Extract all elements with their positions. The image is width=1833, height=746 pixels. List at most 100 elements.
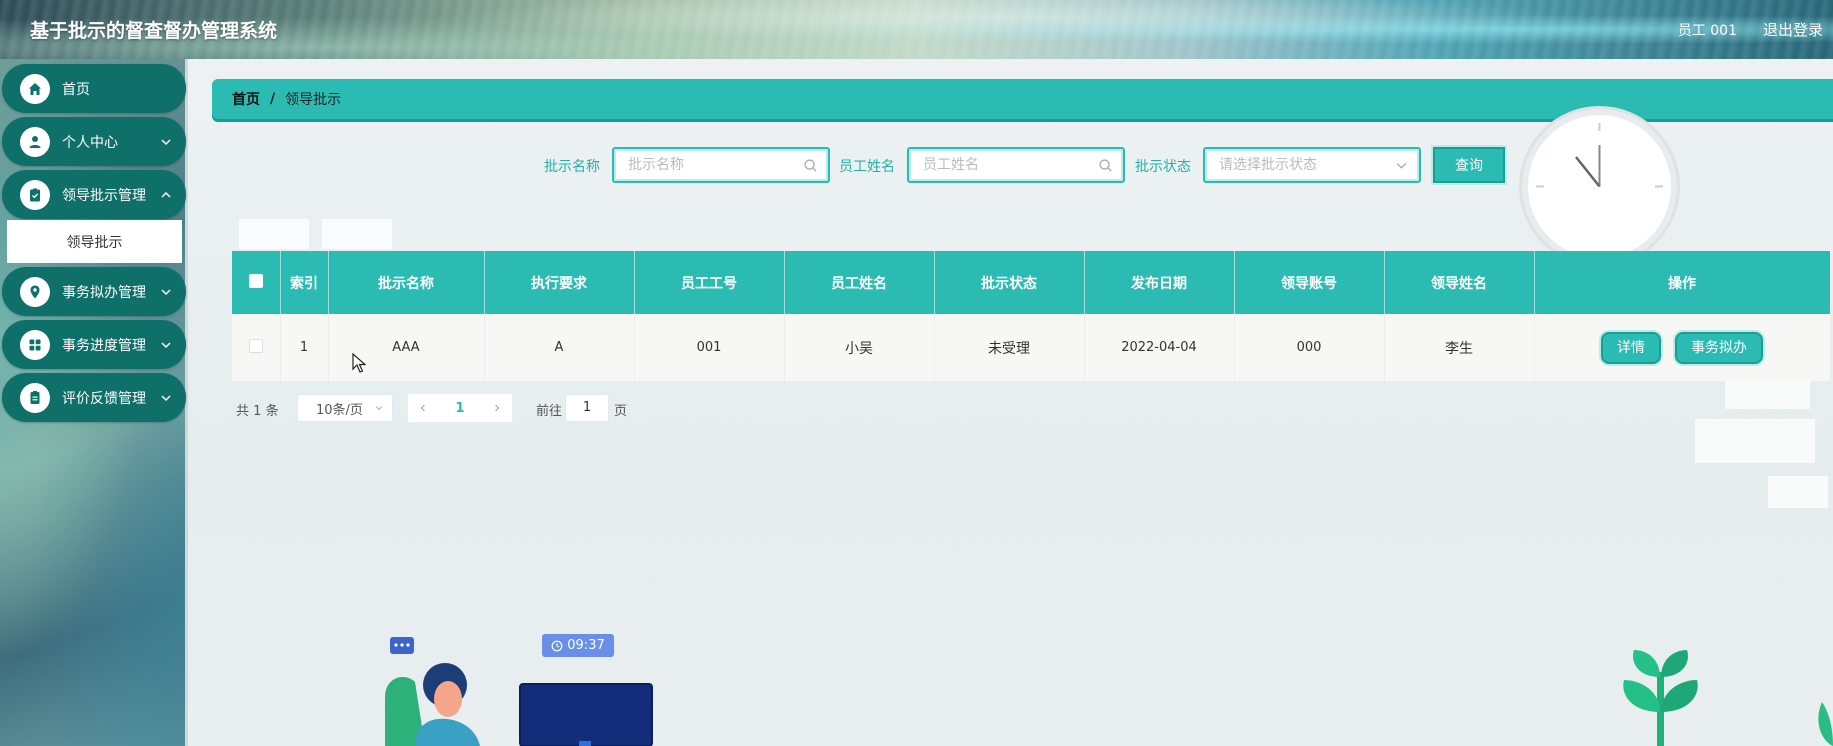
decorative-block xyxy=(239,219,309,249)
column-header-leader-name: 领导姓名 xyxy=(1384,251,1535,314)
column-header-actions: 操作 xyxy=(1534,251,1831,314)
total-prefix: 共 xyxy=(236,404,250,419)
search-icon xyxy=(804,159,817,172)
instruction-status-label: 批示状态 xyxy=(1135,159,1191,175)
logout-link[interactable]: 退出登录 xyxy=(1763,19,1823,40)
column-header-index: 索引 xyxy=(280,251,329,314)
sidebar-item-label: 事务拟办管理 xyxy=(62,284,146,301)
monitor-illustration xyxy=(519,683,653,746)
column-header-requirement: 执行要求 xyxy=(484,251,635,314)
column-header-leader-account: 领导账号 xyxy=(1234,251,1385,314)
page-size-select[interactable]: 10条/页 xyxy=(297,394,393,422)
cell-leader-name: 李生 xyxy=(1384,314,1535,381)
row-checkbox[interactable] xyxy=(248,338,263,353)
cell-leader-account: 000 xyxy=(1234,314,1385,381)
breadcrumb-current: 领导批示 xyxy=(285,92,342,108)
top-header: 基于批示的督查督办管理系统 员工 001 退出登录 xyxy=(0,0,1833,59)
select-all-checkbox[interactable] xyxy=(248,273,263,288)
cell-publish-date: 2022-04-04 xyxy=(1084,314,1235,381)
sidebar-item-label: 领导批示管理 xyxy=(62,187,146,204)
instruction-name-label: 批示名称 xyxy=(544,159,600,175)
search-icon xyxy=(1099,159,1112,172)
clipboard-icon xyxy=(20,179,50,210)
document-icon xyxy=(20,382,50,413)
instruction-status-input[interactable] xyxy=(1205,149,1419,181)
column-header-instruction-name: 批示名称 xyxy=(328,251,485,314)
select-all-cell[interactable] xyxy=(232,251,281,314)
row-select-cell[interactable] xyxy=(232,314,281,381)
employee-name-label: 员工姓名 xyxy=(839,159,895,175)
home-icon xyxy=(20,73,50,104)
chevron-up-icon xyxy=(161,191,171,198)
instruction-name-field[interactable] xyxy=(612,147,830,183)
pagination-nav: 1 xyxy=(408,394,512,422)
decorative-block xyxy=(322,219,392,249)
detail-button[interactable]: 详情 xyxy=(1600,331,1661,364)
sidebar-item-evaluation-feedback-mgmt[interactable]: 评价反馈管理 xyxy=(2,373,186,422)
cell-index: 1 xyxy=(280,314,329,381)
clock-illustration xyxy=(1528,115,1671,258)
sidebar-item-leader-instruction-mgmt[interactable]: 领导批示管理 xyxy=(2,170,186,219)
employee-name-field[interactable] xyxy=(907,147,1125,183)
cell-status: 未受理 xyxy=(934,314,1085,381)
page-suffix: 页 xyxy=(614,404,628,419)
page-number-current[interactable]: 1 xyxy=(455,401,464,416)
column-header-publish-date: 发布日期 xyxy=(1084,251,1235,314)
sidebar-item-personal-center[interactable]: 个人中心 xyxy=(2,117,186,166)
pagination-total: 共 1 条 xyxy=(236,400,279,419)
grid-icon xyxy=(20,329,50,360)
column-header-employee-no: 员工工号 xyxy=(634,251,785,314)
time-badge: 09:37 xyxy=(542,634,614,657)
chevron-down-icon xyxy=(161,138,171,145)
sidebar-item-label: 事务进度管理 xyxy=(62,337,146,354)
instruction-status-select[interactable] xyxy=(1203,147,1421,183)
page-size-value: 10条/页 xyxy=(316,402,363,418)
chevron-right-icon[interactable] xyxy=(492,403,502,413)
instruction-table: 索引 批示名称 执行要求 员工工号 员工姓名 批示状态 发布日期 领导账号 领导… xyxy=(232,251,1831,381)
breadcrumb: 首页 / 领导批示 xyxy=(212,79,1833,119)
time-badge-text: 09:37 xyxy=(567,638,605,653)
chevron-down-icon xyxy=(1396,163,1407,169)
sidebar-subitem-leader-instruction[interactable]: 领导批示 xyxy=(7,220,182,263)
chevron-down-icon xyxy=(161,394,171,401)
clock-icon xyxy=(551,640,563,651)
current-user-label: 员工 001 xyxy=(1677,23,1737,39)
mouse-cursor-icon xyxy=(352,353,366,373)
cell-employee-name: 小吴 xyxy=(784,314,935,381)
cell-actions: 详情 事务拟办 xyxy=(1534,314,1831,381)
chevron-left-icon[interactable] xyxy=(418,403,428,413)
chevron-down-icon xyxy=(375,406,383,411)
instruction-name-input[interactable] xyxy=(614,149,828,181)
cell-employee-no: 001 xyxy=(634,314,785,381)
breadcrumb-home[interactable]: 首页 xyxy=(232,89,260,109)
user-icon xyxy=(20,126,50,157)
chevron-down-icon xyxy=(161,341,171,348)
query-button[interactable]: 查询 xyxy=(1433,147,1505,183)
sidebar-item-label: 评价反馈管理 xyxy=(62,390,146,407)
plant-illustration xyxy=(1623,650,1698,746)
breadcrumb-separator: / xyxy=(270,91,276,107)
leaf-illustration xyxy=(1818,702,1833,746)
goto-label: 前往 xyxy=(536,404,563,419)
column-header-employee-name: 员工姓名 xyxy=(784,251,935,314)
sidebar-item-home[interactable]: 首页 xyxy=(2,64,186,113)
sidebar-item-label: 个人中心 xyxy=(62,134,118,151)
table-row: 1 AAA A 001 小吴 未受理 2022-04-04 000 李生 详情 … xyxy=(232,314,1831,381)
decorative-block xyxy=(1695,419,1815,463)
cell-requirement: A xyxy=(484,314,635,381)
app-title: 基于批示的督查督办管理系统 xyxy=(30,20,278,42)
total-count: 1 xyxy=(253,404,262,419)
affair-draft-button[interactable]: 事务拟办 xyxy=(1675,331,1764,364)
sidebar-item-affair-progress-mgmt[interactable]: 事务进度管理 xyxy=(2,320,186,369)
employee-name-input[interactable] xyxy=(909,149,1123,181)
table-header-row: 索引 批示名称 执行要求 员工工号 员工姓名 批示状态 发布日期 领导账号 领导… xyxy=(232,251,1831,314)
location-icon xyxy=(20,276,50,307)
goto-page-input[interactable]: 1 xyxy=(565,394,609,422)
decorative-block xyxy=(1768,476,1828,508)
sidebar: 首页 个人中心 领导批示管理 领导批示 事务拟办管理 事务进度管理 评价反馈管理 xyxy=(0,59,188,746)
sidebar-item-label: 首页 xyxy=(62,81,90,98)
chevron-down-icon xyxy=(161,288,171,295)
column-header-status: 批示状态 xyxy=(934,251,1085,314)
total-suffix: 条 xyxy=(265,404,279,419)
sidebar-item-affair-draft-mgmt[interactable]: 事务拟办管理 xyxy=(2,267,186,316)
